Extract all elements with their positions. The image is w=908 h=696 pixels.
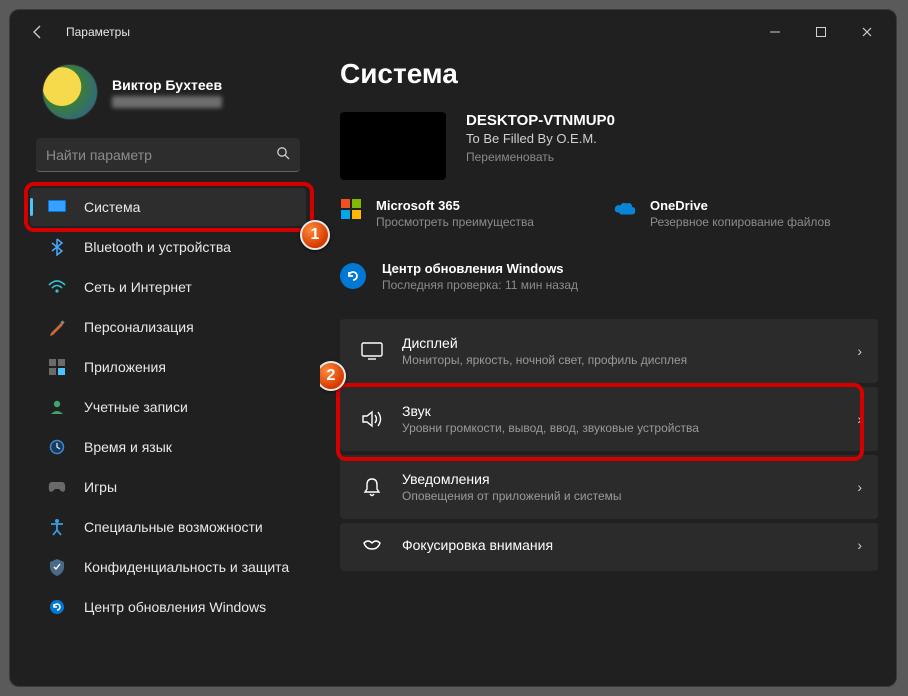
chevron-right-icon: › bbox=[857, 537, 862, 553]
page-heading: Система bbox=[340, 58, 878, 90]
apps-icon bbox=[48, 358, 66, 376]
device-rename-link[interactable]: Переименовать bbox=[466, 150, 615, 164]
window-title: Параметры bbox=[66, 25, 130, 39]
search-box[interactable] bbox=[36, 138, 300, 172]
sidebar-item-label: Специальные возможности bbox=[84, 519, 263, 535]
device-thumbnail bbox=[340, 112, 446, 180]
sidebar-nav: Система Bluetooth и устройства Сеть и Ин… bbox=[30, 188, 306, 626]
sidebar-item-accounts[interactable]: Учетные записи bbox=[30, 388, 306, 426]
sidebar-item-privacy[interactable]: Конфиденциальность и защита bbox=[30, 548, 306, 586]
settings-card-list: Дисплей Мониторы, яркость, ночной свет, … bbox=[340, 319, 878, 571]
sidebar-item-system[interactable]: Система bbox=[30, 188, 306, 226]
onedrive-icon bbox=[614, 198, 636, 220]
card-title: Фокусировка внимания bbox=[402, 537, 839, 553]
card-sound[interactable]: Звук Уровни громкости, вывод, ввод, звук… bbox=[340, 387, 878, 451]
sidebar-item-label: Центр обновления Windows bbox=[84, 599, 266, 615]
sidebar-item-label: Игры bbox=[84, 479, 117, 495]
user-name: Виктор Бухтеев bbox=[112, 77, 222, 93]
network-icon bbox=[48, 278, 66, 296]
ms365-sub: Просмотреть преимущества bbox=[376, 215, 534, 231]
onedrive-title: OneDrive bbox=[650, 198, 831, 213]
sidebar-item-accessibility[interactable]: Специальные возможности bbox=[30, 508, 306, 546]
system-icon bbox=[48, 198, 66, 216]
bluetooth-icon bbox=[48, 238, 66, 256]
device-sub: To Be Filled By O.E.M. bbox=[466, 131, 615, 146]
sidebar-item-time[interactable]: Время и язык bbox=[30, 428, 306, 466]
windows-update-tile[interactable]: Центр обновления Windows Последняя прове… bbox=[340, 261, 878, 294]
avatar bbox=[42, 64, 98, 120]
card-title: Звук bbox=[402, 403, 839, 419]
windows-update-title: Центр обновления Windows bbox=[382, 261, 578, 276]
minimize-button[interactable] bbox=[752, 16, 798, 48]
card-title: Уведомления bbox=[402, 471, 839, 487]
search-input[interactable] bbox=[46, 147, 276, 163]
sidebar: Виктор Бухтеев Система bbox=[10, 54, 320, 686]
main-panel: Система DESKTOP-VTNMUP0 To Be Filled By … bbox=[320, 54, 896, 686]
sidebar-item-apps[interactable]: Приложения bbox=[30, 348, 306, 386]
card-sub: Уровни громкости, вывод, ввод, звуковые … bbox=[402, 421, 839, 435]
back-button[interactable] bbox=[24, 18, 52, 46]
focus-icon bbox=[360, 535, 384, 555]
titlebar: Параметры bbox=[10, 10, 896, 54]
windows-update-sub: Последняя проверка: 11 мин назад bbox=[382, 278, 578, 294]
sidebar-item-label: Приложения bbox=[84, 359, 166, 375]
gaming-icon bbox=[48, 478, 66, 496]
accounts-icon bbox=[48, 398, 66, 416]
chevron-right-icon: › bbox=[857, 411, 862, 427]
sidebar-item-gaming[interactable]: Игры bbox=[30, 468, 306, 506]
privacy-icon bbox=[48, 558, 66, 576]
notifications-icon bbox=[360, 477, 384, 497]
sidebar-item-label: Персонализация bbox=[84, 319, 194, 335]
sidebar-item-network[interactable]: Сеть и Интернет bbox=[30, 268, 306, 306]
sidebar-item-label: Учетные записи bbox=[84, 399, 188, 415]
sidebar-item-label: Bluetooth и устройства bbox=[84, 239, 231, 255]
sidebar-item-bluetooth[interactable]: Bluetooth и устройства bbox=[30, 228, 306, 266]
card-notifications[interactable]: Уведомления Оповещения от приложений и с… bbox=[340, 455, 878, 519]
windows-update-icon bbox=[340, 263, 366, 289]
ms365-icon bbox=[340, 198, 362, 220]
sidebar-item-label: Время и язык bbox=[84, 439, 172, 455]
display-icon bbox=[360, 342, 384, 360]
card-sub: Мониторы, яркость, ночной свет, профиль … bbox=[402, 353, 839, 367]
card-title: Дисплей bbox=[402, 335, 839, 351]
close-button[interactable] bbox=[844, 16, 890, 48]
time-icon bbox=[48, 438, 66, 456]
chevron-right-icon: › bbox=[857, 479, 862, 495]
sidebar-item-personalization[interactable]: Персонализация bbox=[30, 308, 306, 346]
sound-icon bbox=[360, 409, 384, 429]
personalization-icon bbox=[48, 318, 66, 336]
sidebar-item-update[interactable]: Центр обновления Windows bbox=[30, 588, 306, 626]
maximize-button[interactable] bbox=[798, 16, 844, 48]
ms365-tile[interactable]: Microsoft 365 Просмотреть преимущества bbox=[340, 198, 604, 231]
ms365-title: Microsoft 365 bbox=[376, 198, 534, 213]
chevron-right-icon: › bbox=[857, 343, 862, 359]
update-icon bbox=[48, 598, 66, 616]
user-email-redacted bbox=[112, 96, 222, 108]
device-row: DESKTOP-VTNMUP0 To Be Filled By O.E.M. П… bbox=[340, 112, 878, 180]
sidebar-item-label: Система bbox=[84, 199, 140, 215]
card-sub: Оповещения от приложений и системы bbox=[402, 489, 839, 503]
device-name: DESKTOP-VTNMUP0 bbox=[466, 112, 615, 129]
sidebar-item-label: Сеть и Интернет bbox=[84, 279, 192, 295]
card-display[interactable]: Дисплей Мониторы, яркость, ночной свет, … bbox=[340, 319, 878, 383]
card-focus[interactable]: Фокусировка внимания › bbox=[340, 523, 878, 571]
settings-window: Параметры Виктор Бухтеев bbox=[9, 9, 897, 687]
profile-block[interactable]: Виктор Бухтеев bbox=[30, 54, 306, 138]
sidebar-item-label: Конфиденциальность и защита bbox=[84, 559, 289, 575]
onedrive-tile[interactable]: OneDrive Резервное копирование файлов bbox=[614, 198, 878, 231]
accessibility-icon bbox=[48, 518, 66, 536]
search-icon bbox=[276, 146, 290, 163]
onedrive-sub: Резервное копирование файлов bbox=[650, 215, 831, 231]
